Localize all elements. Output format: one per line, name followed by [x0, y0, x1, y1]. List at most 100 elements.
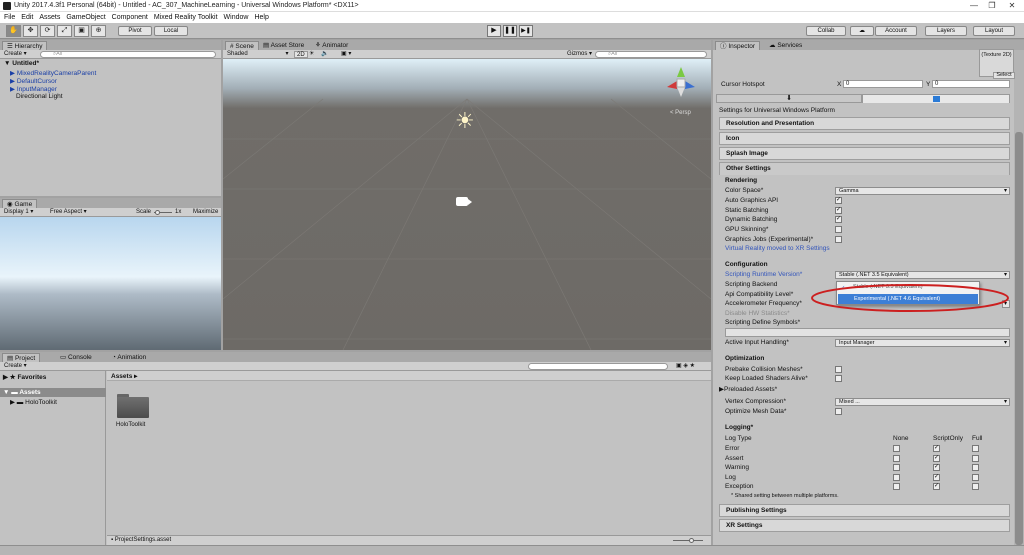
- shading-dropdown-arrow-icon[interactable]: ▾: [283, 51, 291, 58]
- log-checkbox[interactable]: ✓: [933, 445, 940, 452]
- menu-assets[interactable]: Assets: [39, 12, 60, 23]
- tab-game[interactable]: ◉ Game: [2, 199, 38, 208]
- log-checkbox[interactable]: ✓: [933, 474, 940, 481]
- gpu-skinning-checkbox[interactable]: [835, 226, 842, 233]
- breadcrumb-assets[interactable]: Assets ▸: [111, 372, 137, 380]
- log-checkbox[interactable]: [972, 455, 979, 462]
- tab-console[interactable]: ▭ Console: [56, 353, 96, 362]
- define-symbols-field[interactable]: [725, 328, 1010, 337]
- play-icon[interactable]: ▶: [487, 25, 501, 37]
- hierarchy-item[interactable]: ▶ InputManager: [10, 85, 57, 93]
- platform-tab-standalone[interactable]: ⬇: [716, 94, 862, 103]
- hotspot-x-field[interactable]: 0: [843, 80, 923, 88]
- icon-size-slider-thumb[interactable]: [689, 538, 694, 543]
- section-other-settings[interactable]: Other Settings: [719, 162, 1010, 175]
- log-checkbox[interactable]: [972, 464, 979, 471]
- active-input-dropdown[interactable]: Input Manager: [835, 339, 1010, 347]
- collab-button[interactable]: Collab: [806, 26, 846, 36]
- cloud-icon[interactable]: ☁: [850, 26, 874, 36]
- tab-inspector[interactable]: ⓘ Inspector: [715, 41, 761, 50]
- layers-dropdown[interactable]: Layers: [925, 26, 967, 36]
- tab-animator[interactable]: ⚘ Animator: [311, 41, 352, 50]
- section-xr-settings[interactable]: XR Settings: [719, 519, 1010, 532]
- holotoolkit-folder-item[interactable]: ▶ ▬ HoloToolkit: [10, 398, 57, 406]
- menu-mixed-reality-toolkit[interactable]: Mixed Reality Toolkit: [154, 12, 218, 23]
- lighting-toggle-icon[interactable]: ☀: [309, 51, 314, 58]
- shading-mode-dropdown[interactable]: Shaded: [227, 51, 248, 58]
- log-checkbox[interactable]: [893, 483, 900, 490]
- section-publishing-settings[interactable]: Publishing Settings: [719, 504, 1010, 517]
- icon-size-slider[interactable]: [673, 540, 703, 541]
- minimize-button[interactable]: —: [968, 1, 980, 11]
- section-icon[interactable]: Icon: [719, 132, 1010, 145]
- color-space-dropdown[interactable]: Gamma: [835, 187, 1010, 195]
- holotoolkit-folder-icon[interactable]: [117, 394, 149, 418]
- section-splash-image[interactable]: Splash Image: [719, 147, 1010, 160]
- tab-project[interactable]: ▤ Project: [2, 353, 41, 362]
- dynamic-batching-checkbox[interactable]: ✓: [835, 216, 842, 223]
- menu-edit[interactable]: Edit: [21, 12, 33, 23]
- menu-help[interactable]: Help: [254, 12, 268, 23]
- rect-tool-icon[interactable]: ▣: [74, 25, 89, 37]
- transform-tool-icon[interactable]: ⊕: [91, 25, 106, 37]
- filter-icons[interactable]: ▣ ◈ ★: [676, 363, 695, 370]
- hand-tool-icon[interactable]: ✋: [6, 25, 21, 37]
- scene-root[interactable]: ▼ Untitled*: [4, 60, 39, 67]
- rotate-tool-icon[interactable]: ⟳: [40, 25, 55, 37]
- pivot-toggle[interactable]: Pivot: [118, 26, 152, 36]
- scene-orientation-gizmo-icon[interactable]: [663, 65, 699, 99]
- prebake-checkbox[interactable]: [835, 366, 842, 373]
- log-checkbox[interactable]: [893, 445, 900, 452]
- hierarchy-search-input[interactable]: ⌕All: [40, 51, 216, 58]
- platform-tab-uwp[interactable]: [862, 94, 1010, 103]
- hierarchy-item[interactable]: ▶ MixedRealityCameraParent: [10, 69, 96, 77]
- gizmos-dropdown[interactable]: Gizmos ▾: [567, 51, 592, 58]
- menu-window[interactable]: Window: [224, 12, 249, 23]
- maximize-button[interactable]: ❐: [986, 1, 998, 11]
- log-checkbox[interactable]: ✓: [933, 455, 940, 462]
- mode-2d-toggle[interactable]: 2D: [294, 51, 308, 58]
- scripting-runtime-dropdown[interactable]: Stable (.NET 3.5 Equivalent): [835, 271, 1010, 279]
- effects-toggle-icon[interactable]: ▣ ▾: [341, 51, 351, 58]
- project-create-button[interactable]: Create ▾: [4, 363, 27, 370]
- favorites-item[interactable]: ▶ ★ Favorites: [3, 373, 46, 381]
- static-batching-checkbox[interactable]: ✓: [835, 207, 842, 214]
- maximize-on-play-button[interactable]: Maximize: [193, 209, 218, 216]
- hierarchy-item[interactable]: Directional Light: [16, 93, 63, 100]
- keep-shaders-checkbox[interactable]: [835, 375, 842, 382]
- log-checkbox[interactable]: [893, 474, 900, 481]
- tab-scene[interactable]: # Scene: [225, 41, 259, 50]
- tab-asset-store[interactable]: ▤ Asset Store: [259, 41, 308, 50]
- hierarchy-create-button[interactable]: Create ▾: [4, 51, 27, 58]
- persp-label[interactable]: < Persp: [670, 110, 691, 116]
- assets-folder-item[interactable]: ▼ ▬ Assets: [3, 389, 41, 396]
- tab-animation[interactable]: ◔ Animation: [108, 353, 150, 362]
- log-checkbox[interactable]: [972, 474, 979, 481]
- vertex-compression-dropdown[interactable]: Mixed ...: [835, 398, 1010, 406]
- log-checkbox[interactable]: ✓: [933, 464, 940, 471]
- menu-gameobject[interactable]: GameObject: [66, 12, 105, 23]
- game-view[interactable]: [0, 217, 221, 350]
- vr-xr-settings-link[interactable]: Virtual Reality moved to XR Settings: [725, 245, 830, 252]
- scene-view[interactable]: ☀ < Persp: [223, 59, 711, 350]
- step-icon[interactable]: ▶❚: [519, 25, 533, 37]
- optimize-mesh-checkbox[interactable]: [835, 408, 842, 415]
- preloaded-assets-foldout[interactable]: ▶Preloaded Assets*: [719, 385, 777, 393]
- close-button[interactable]: ✕: [1006, 1, 1018, 11]
- account-dropdown[interactable]: Account: [875, 26, 917, 36]
- menu-component[interactable]: Component: [112, 12, 148, 23]
- scale-tool-icon[interactable]: ⤢: [57, 25, 72, 37]
- project-search-input[interactable]: [528, 363, 668, 370]
- hotspot-y-field[interactable]: 0: [932, 80, 1010, 88]
- tab-hierarchy[interactable]: ☰ Hierarchy: [2, 41, 48, 50]
- log-checkbox[interactable]: [893, 455, 900, 462]
- aspect-dropdown[interactable]: Free Aspect ▾: [50, 209, 87, 216]
- log-checkbox[interactable]: [972, 483, 979, 490]
- graphics-jobs-checkbox[interactable]: [835, 236, 842, 243]
- menu-file[interactable]: File: [4, 12, 15, 23]
- log-checkbox[interactable]: [893, 464, 900, 471]
- log-checkbox[interactable]: ✓: [933, 483, 940, 490]
- display-dropdown[interactable]: Display 1 ▾: [4, 209, 33, 216]
- audio-toggle-icon[interactable]: 🔈: [321, 51, 328, 58]
- local-toggle[interactable]: Local: [154, 26, 188, 36]
